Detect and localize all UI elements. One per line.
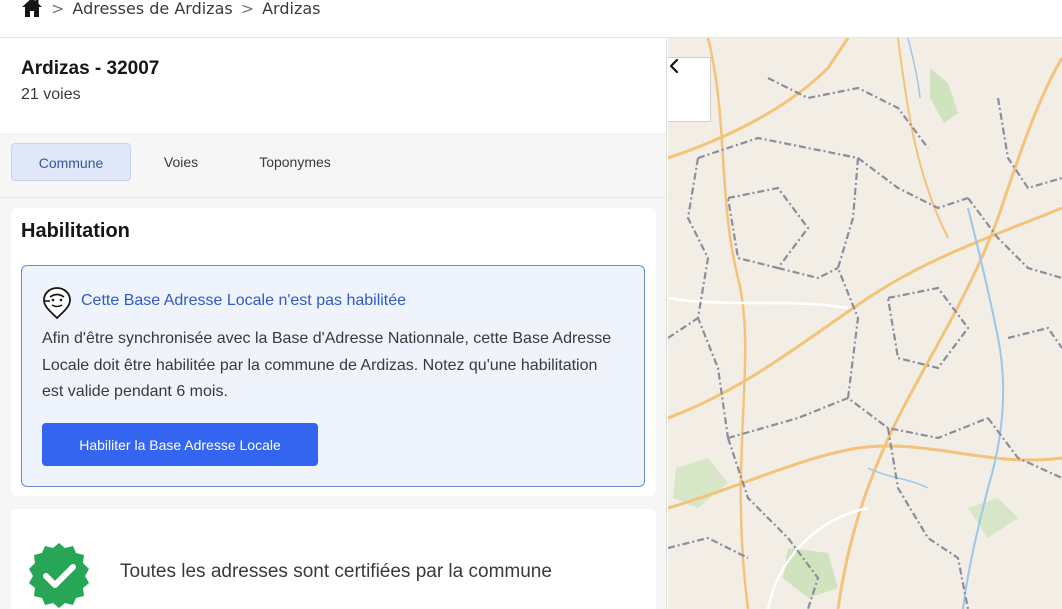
commune-header: Ardizas - 32007 21 voies [0,38,666,133]
tab-commune[interactable]: Commune [11,143,131,181]
breadcrumb-item-commune: Ardizas [262,0,321,18]
tabs: Commune Voies Toponymes [0,133,666,198]
collapse-sidebar-button[interactable] [668,57,711,122]
sidebar-panel: Ardizas - 32007 21 voies Commune Voies T… [0,38,667,609]
tab-toponymes[interactable]: Toponymes [242,143,348,181]
habilitation-notice: Cette Base Adresse Locale n'est pas habi… [21,265,645,487]
habilitation-card: Habilitation Cette Base Adresse Locale n… [11,208,656,496]
commune-voies-count: 21 voies [21,86,81,103]
top-bar: > Adresses de Ardizas > Ardizas [0,0,1062,38]
map-pin-face-icon [42,286,72,320]
home-icon[interactable] [21,0,43,19]
commune-title: Ardizas - 32007 [21,58,160,79]
breadcrumb-separator: > [240,0,255,18]
breadcrumb: > Adresses de Ardizas > Ardizas [21,0,329,19]
breadcrumb-separator: > [51,0,65,18]
tab-voies[interactable]: Voies [150,143,212,181]
map-canvas [668,38,1062,609]
certification-text: Toutes les adresses sont certifiées par … [120,561,552,582]
notice-title: Cette Base Adresse Locale n'est pas habi… [81,292,407,309]
habilitation-title: Habilitation [21,220,130,242]
breadcrumb-item-adresses[interactable]: Adresses de Ardizas [72,0,232,18]
habiliter-button[interactable]: Habiliter la Base Adresse Locale [42,423,318,466]
map-view[interactable] [668,38,1062,609]
check-badge-icon [25,541,93,609]
notice-text: Afin d'être synchronisée avec la Base d'… [42,330,612,400]
certification-card: Toutes les adresses sont certifiées par … [11,509,656,609]
